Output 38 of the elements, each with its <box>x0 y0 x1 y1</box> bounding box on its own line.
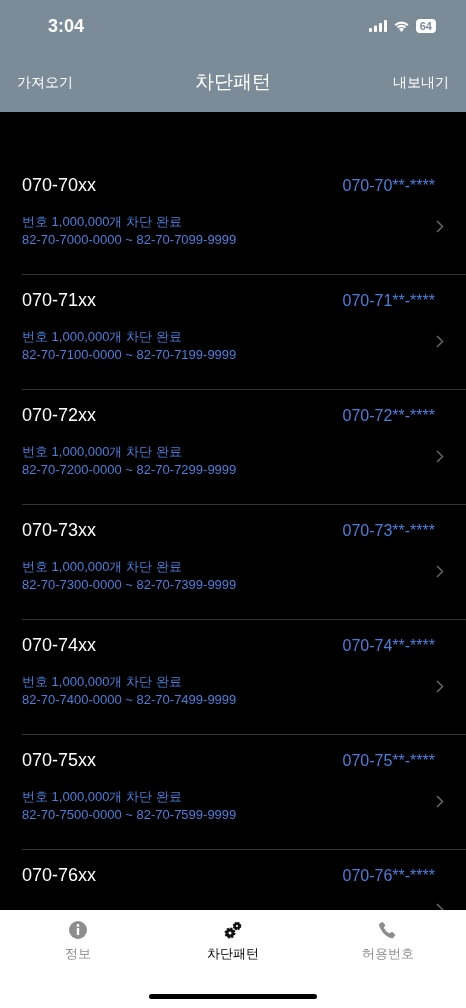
info-icon <box>67 920 88 940</box>
pattern-detail: 82-70-7400-0000 ~ 82-70-7499-9999 <box>22 691 237 709</box>
tab-item[interactable]: 허용번호 <box>328 920 449 964</box>
tab-item[interactable]: 차단패턴 <box>173 920 293 964</box>
import-button[interactable]: 가져오기 <box>17 71 73 93</box>
pattern-detail: 번호 1,000,000개 차단 완료 <box>22 443 183 461</box>
pattern-detail: 82-70-7100-0000 ~ 82-70-7199-9999 <box>22 346 237 364</box>
pattern-detail: 번호 1,000,000개 차단 완료 <box>22 673 183 691</box>
pattern-detail: 번호 1,000,000개 차단 완료 <box>22 558 183 576</box>
nav-title: 차단패턴 <box>195 69 271 94</box>
pattern-title: 070-70xx <box>22 174 97 197</box>
pattern-title: 070-74xx <box>22 634 97 657</box>
status-time: 3:04 <box>48 14 85 38</box>
pattern-mask: 070-76**-**** <box>342 865 435 886</box>
pattern-mask: 070-70**-**** <box>342 175 435 196</box>
pattern-detail: 82-70-7300-0000 ~ 82-70-7399-9999 <box>22 576 237 594</box>
pattern-title: 070-75xx <box>22 749 97 772</box>
pattern-mask: 070-75**-**** <box>342 750 435 771</box>
pattern-title: 070-72xx <box>22 404 97 427</box>
pattern-detail: 82-70-7500-0000 ~ 82-70-7599-9999 <box>22 806 237 824</box>
pattern-detail: 82-70-7200-0000 ~ 82-70-7299-9999 <box>22 461 237 479</box>
pattern-detail: 82-70-7000-0000 ~ 82-70-7099-9999 <box>22 231 237 249</box>
pattern-title: 070-71xx <box>22 289 97 312</box>
pattern-title: 070-76xx <box>22 864 97 887</box>
wifi-icon <box>392 20 410 32</box>
pattern-mask: 070-73**-**** <box>342 520 435 541</box>
pattern-mask: 070-72**-**** <box>342 405 435 426</box>
battery-icon: 64 <box>415 19 436 33</box>
pattern-mask: 070-71**-**** <box>342 290 435 311</box>
pattern-detail: 번호 1,000,000개 차단 완료 <box>22 788 183 806</box>
pattern-title: 070-73xx <box>22 519 97 542</box>
tab-item[interactable]: 정보 <box>17 920 138 964</box>
pattern-detail: 번호 1,000,000개 차단 완료 <box>22 328 183 346</box>
export-button[interactable]: 내보내기 <box>393 71 449 93</box>
pattern-mask: 070-74**-**** <box>342 635 435 656</box>
gears-icon <box>223 920 243 940</box>
signal-icon <box>368 20 387 32</box>
pattern-detail: 번호 1,000,000개 차단 완료 <box>22 213 183 231</box>
